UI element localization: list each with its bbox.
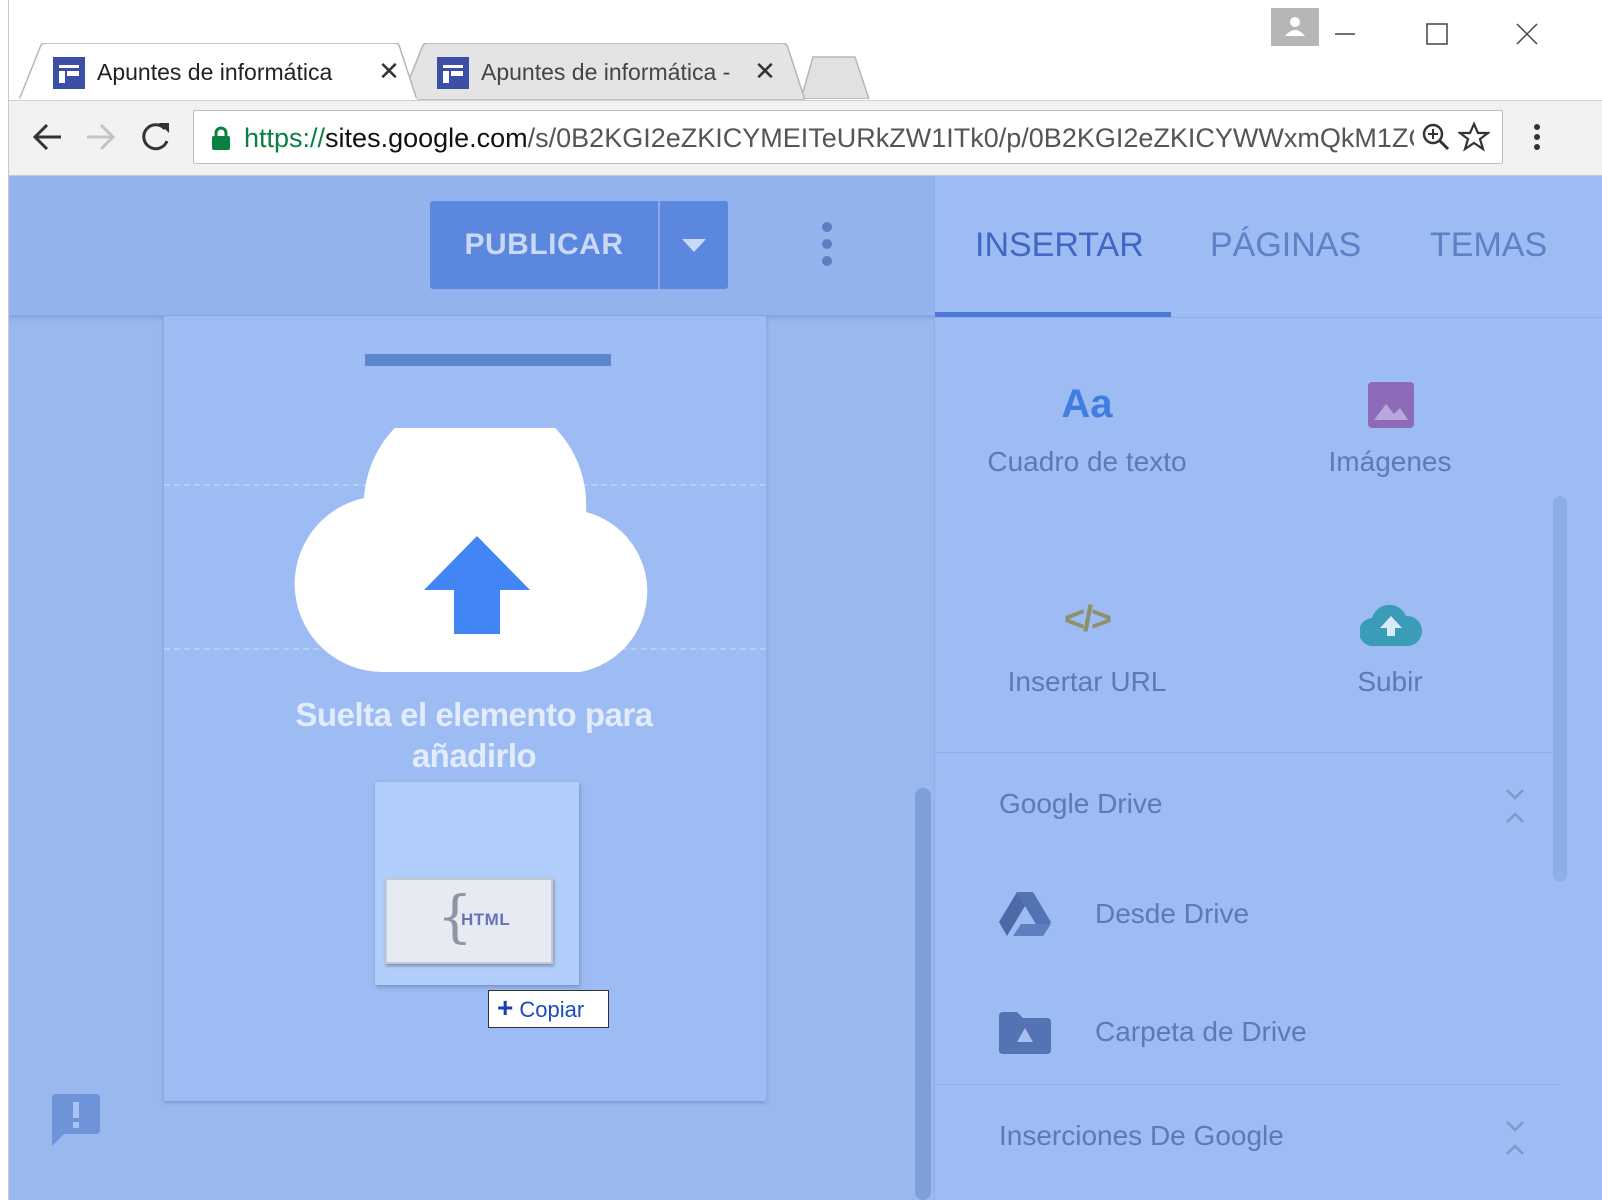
tab-close-icon[interactable]: ✕ xyxy=(375,57,403,85)
embed-code-icon: </> xyxy=(1063,598,1112,639)
publish-button[interactable]: PUBLICAR xyxy=(430,201,728,289)
google-drive-section[interactable]: Google Drive xyxy=(999,788,1162,820)
html-embed-chip: { HTML xyxy=(385,878,553,964)
tab-title: Apuntes de informática - xyxy=(481,59,731,85)
sites-favicon-icon xyxy=(437,57,469,89)
minimize-icon[interactable] xyxy=(1325,14,1365,54)
tab-active[interactable]: Apuntes de informática ✕ xyxy=(19,43,417,100)
copy-drag-tooltip: + Copiar xyxy=(488,990,609,1028)
browser-toolbar: https://sites.google.com/s/0B2KGI2eZKICY… xyxy=(9,100,1602,176)
page-content: PUBLICAR Suelta el elemento para añadirl… xyxy=(9,176,1602,1200)
google-drive-icon xyxy=(999,892,1051,936)
image-icon xyxy=(1368,382,1414,428)
page-canvas[interactable]: Suelta el elemento para añadirlo { HTML xyxy=(164,316,766,1101)
insert-grid: Aa Cuadro de texto Imágenes </> Insertar… xyxy=(935,318,1560,752)
canvas-scrollbar[interactable] xyxy=(915,788,931,1200)
feedback-icon[interactable] xyxy=(50,1094,102,1146)
insert-url[interactable]: </> Insertar URL xyxy=(937,586,1237,716)
side-panel-scrollbar[interactable] xyxy=(1553,496,1567,882)
expand-collapse-icon[interactable] xyxy=(1503,1118,1527,1158)
cloud-upload-icon xyxy=(294,428,648,672)
insert-item-label: Cuadro de texto xyxy=(987,446,1187,477)
browser-titlebar: Apuntes de informática ✕ Apuntes de info… xyxy=(9,0,1602,100)
chrome-menu-icon[interactable] xyxy=(1527,119,1547,159)
new-tab-button[interactable] xyxy=(799,55,871,99)
insert-item-label: Subir xyxy=(1357,666,1423,697)
more-options-icon[interactable] xyxy=(819,221,835,267)
cloud-upload-icon xyxy=(1360,604,1422,646)
tab-title: Apuntes de informática xyxy=(97,59,333,85)
maximize-icon[interactable] xyxy=(1417,14,1457,54)
bookmark-star-icon[interactable] xyxy=(1458,121,1490,153)
google-inserts-section[interactable]: Inserciones De Google xyxy=(999,1120,1284,1152)
publish-label: PUBLICAR xyxy=(464,228,624,261)
close-window-icon[interactable] xyxy=(1507,14,1547,54)
dragged-embed-item[interactable]: { HTML xyxy=(375,782,579,985)
zoom-icon[interactable] xyxy=(1420,121,1452,153)
tab-insertar[interactable]: INSERTAR xyxy=(975,226,1144,265)
back-arrow-icon[interactable] xyxy=(27,117,67,157)
drive-row-carpeta[interactable]: Carpeta de Drive xyxy=(1095,1016,1307,1048)
html-chip-label: HTML xyxy=(461,910,511,929)
tab-inactive[interactable]: Apuntes de informática - ✕ xyxy=(401,43,805,100)
url-scheme: https:// xyxy=(244,123,326,153)
publish-dropdown-icon[interactable] xyxy=(660,201,728,289)
drive-folder-icon xyxy=(999,1012,1051,1054)
header-placeholder-bar xyxy=(365,354,611,366)
insert-upload[interactable]: Subir xyxy=(1240,586,1540,716)
section-divider xyxy=(935,1084,1560,1085)
forward-arrow-icon[interactable] xyxy=(81,117,121,157)
active-tab-indicator xyxy=(935,312,1171,317)
section-divider xyxy=(935,752,1560,753)
tab-close-icon[interactable]: ✕ xyxy=(751,57,779,85)
sites-favicon-icon xyxy=(53,57,85,89)
address-bar[interactable]: https://sites.google.com/s/0B2KGI2eZKICY… xyxy=(193,110,1503,164)
tab-paginas[interactable]: PÁGINAS xyxy=(1210,226,1361,265)
profile-avatar-icon[interactable] xyxy=(1271,8,1319,46)
lock-icon xyxy=(212,126,230,150)
tab-temas[interactable]: TEMAS xyxy=(1430,226,1547,265)
insert-text-box[interactable]: Aa Cuadro de texto xyxy=(937,376,1237,496)
editor-header: PUBLICAR xyxy=(9,176,955,316)
plus-icon: + xyxy=(497,992,514,1023)
browser-window: Apuntes de informática ✕ Apuntes de info… xyxy=(8,0,1602,1200)
drive-row-desde-drive[interactable]: Desde Drive xyxy=(1095,898,1249,930)
reload-icon[interactable] xyxy=(135,117,175,157)
insert-item-label: Insertar URL xyxy=(1007,666,1167,697)
url-text[interactable]: https://sites.google.com/s/0B2KGI2eZKICY… xyxy=(244,123,1414,154)
text-box-icon: Aa xyxy=(1061,382,1113,426)
insert-item-label: Imágenes xyxy=(1328,446,1452,477)
copy-label: Copiar xyxy=(519,997,585,1022)
side-panel-tabs: INSERTAR PÁGINAS TEMAS xyxy=(935,176,1602,318)
insert-images[interactable]: Imágenes xyxy=(1240,376,1540,496)
expand-collapse-icon[interactable] xyxy=(1503,786,1527,826)
side-panel: INSERTAR PÁGINAS TEMAS Aa Cuadro de text… xyxy=(934,176,1602,1200)
url-path: /s/0B2KGI2eZKICYMEITeURkZW1ITk0/p/0B2KGI… xyxy=(527,123,1414,153)
drop-message: Suelta el elemento para añadirlo xyxy=(295,696,653,774)
url-host: sites.google.com xyxy=(325,123,528,153)
